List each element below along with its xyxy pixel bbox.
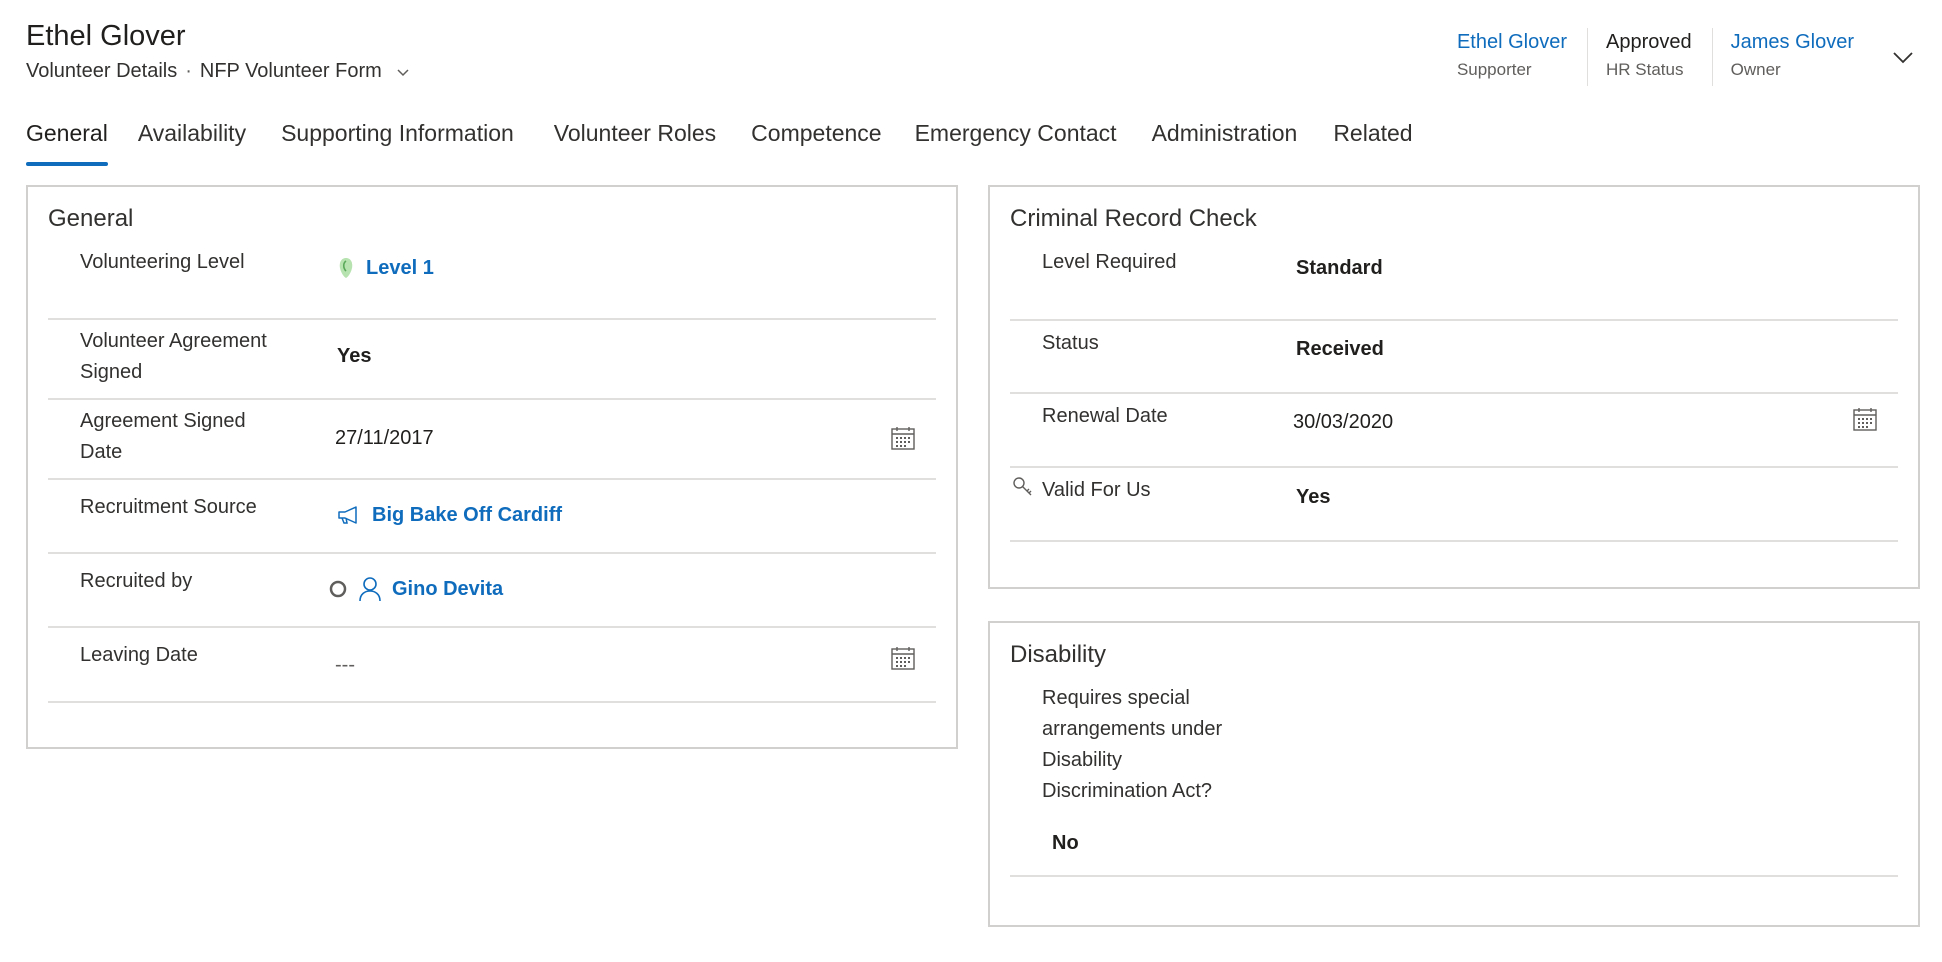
agreement-signed-label: Volunteer Agreement Signed xyxy=(80,330,267,383)
level-required-label: Level Required xyxy=(1042,251,1177,273)
calendar-icon[interactable] xyxy=(890,425,916,451)
disability-section-title: Disability xyxy=(1010,641,1107,668)
requires-special-value[interactable]: No xyxy=(1052,829,1079,857)
volunteering-level-label: Volunteering Level xyxy=(80,251,245,273)
record-title: Ethel Glover xyxy=(26,20,186,52)
hr-status-label: HR Status xyxy=(1606,60,1684,79)
tab-emergency-contact[interactable]: Emergency Contact xyxy=(915,120,1117,164)
header-field-hr-status: Approved HR Status xyxy=(1587,28,1712,86)
recruited-by-text: Gino Devita xyxy=(392,578,504,600)
volunteering-level-text: Level 1 xyxy=(366,257,434,279)
header-field-owner: James Glover Owner xyxy=(1711,28,1874,86)
criminal-record-section-title: Criminal Record Check xyxy=(1010,205,1257,232)
agreement-signed-value[interactable]: Yes xyxy=(337,342,371,370)
calendar-icon[interactable] xyxy=(1852,406,1878,432)
field-recruited-by: Recruited by Gino Devita xyxy=(48,554,936,628)
general-section-title: General xyxy=(48,205,134,232)
disability-section: Disability Requires special arrangements… xyxy=(988,621,1920,927)
field-recruitment-source: Recruitment Source Big Bake Off Cardiff xyxy=(48,480,936,554)
form-separator: · xyxy=(185,60,192,82)
general-section: General Volunteering Level Level 1 Volun… xyxy=(26,185,958,749)
megaphone-icon xyxy=(338,506,357,524)
recruited-by-value[interactable]: Gino Devita xyxy=(328,575,503,603)
chevron-down-icon xyxy=(1893,52,1913,64)
agreement-date-value[interactable]: 27/11/2017 xyxy=(335,424,434,452)
supporter-link[interactable]: Ethel Glover xyxy=(1457,28,1567,56)
field-volunteering-level: Volunteering Level Level 1 xyxy=(48,247,936,320)
field-level-required: Level Required Standard xyxy=(1010,247,1898,321)
tab-supporting-information[interactable]: Supporting Information xyxy=(281,120,514,164)
hr-status-value: Approved xyxy=(1606,31,1692,53)
recruitment-source-label: Recruitment Source xyxy=(80,496,257,518)
volunteering-level-value[interactable]: Level 1 xyxy=(336,254,434,282)
field-valid-for-us: Valid For Us Yes xyxy=(1010,468,1898,542)
tab-general[interactable]: General xyxy=(26,120,108,166)
header-fields: Ethel Glover Supporter Approved HR Statu… xyxy=(1439,28,1942,88)
field-crc-status: Status Received xyxy=(1010,321,1898,394)
crc-status-label: Status xyxy=(1042,332,1099,354)
field-agreement-date: Agreement Signed Date 27/11/2017 xyxy=(48,400,936,480)
tab-availability[interactable]: Availability xyxy=(138,120,246,164)
recruitment-source-value[interactable]: Big Bake Off Cardiff xyxy=(336,501,562,529)
owner-link[interactable]: James Glover xyxy=(1731,28,1854,56)
form-selector[interactable]: Volunteer Details · NFP Volunteer Form xyxy=(26,60,410,83)
level-required-value[interactable]: Standard xyxy=(1296,254,1383,282)
header-field-supporter: Ethel Glover Supporter xyxy=(1439,28,1587,86)
valid-for-us-label: Valid For Us xyxy=(1042,479,1151,501)
header-expand-button[interactable] xyxy=(1888,28,1918,86)
requires-special-label: Requires special arrangements under Disa… xyxy=(1042,687,1223,802)
person-icon xyxy=(359,577,381,602)
crc-status-value[interactable]: Received xyxy=(1296,335,1384,363)
level-icon xyxy=(339,258,353,278)
renewal-date-value[interactable]: 30/03/2020 xyxy=(1293,408,1393,436)
form-name: NFP Volunteer Form xyxy=(199,60,382,82)
recruited-by-label: Recruited by xyxy=(80,570,193,592)
supporter-label: Supporter xyxy=(1456,60,1532,79)
form-section-label: Volunteer Details xyxy=(26,60,178,82)
presence-offline-icon xyxy=(329,580,347,598)
valid-for-us-value[interactable]: Yes xyxy=(1296,483,1330,511)
tab-competence[interactable]: Competence xyxy=(751,120,881,164)
leaving-date-label: Leaving Date xyxy=(80,644,198,666)
tab-list: General Availability Supporting Informat… xyxy=(26,120,1413,166)
renewal-date-label: Renewal Date xyxy=(1042,405,1168,427)
field-renewal-date: Renewal Date 30/03/2020 xyxy=(1010,394,1898,468)
tab-volunteer-roles[interactable]: Volunteer Roles xyxy=(554,120,716,164)
calendar-icon[interactable] xyxy=(890,645,916,671)
criminal-record-section: Criminal Record Check Level Required Sta… xyxy=(988,185,1920,589)
owner-label: Owner xyxy=(1730,60,1781,79)
tab-related[interactable]: Related xyxy=(1333,120,1412,164)
leaving-date-value[interactable]: --- xyxy=(335,651,355,679)
agreement-date-label: Agreement Signed Date xyxy=(80,410,246,463)
field-leaving-date: Leaving Date --- xyxy=(48,628,936,703)
recruitment-source-text: Big Bake Off Cardiff xyxy=(372,504,563,526)
field-requires-special-arrangements: Requires special arrangements under Disa… xyxy=(1010,683,1898,877)
field-agreement-signed: Volunteer Agreement Signed Yes xyxy=(48,320,936,400)
key-icon xyxy=(1013,477,1032,496)
chevron-down-icon[interactable] xyxy=(396,65,410,79)
tab-administration[interactable]: Administration xyxy=(1152,120,1298,164)
